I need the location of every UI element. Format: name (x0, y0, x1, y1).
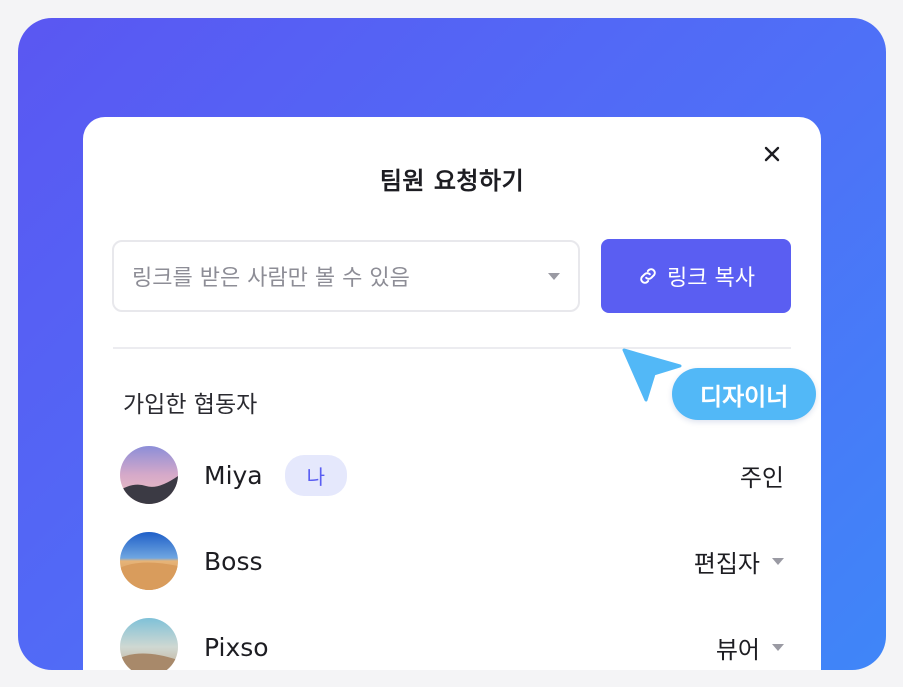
background-panel: 팀원 요청하기 링크를 받은 사람만 볼 수 있음 링크 복사 가입한 협동자 (18, 18, 886, 670)
role-text: 뷰어 (715, 635, 760, 664)
collaborator-row: Miya 나 주인 (120, 445, 784, 505)
close-icon (764, 146, 780, 162)
avatar (120, 618, 178, 670)
chevron-down-icon (772, 557, 784, 565)
collaborator-name: Miya (204, 460, 263, 490)
link-icon (640, 268, 656, 284)
cursor-name-tag: 디자이너 (672, 368, 817, 420)
collaborator-row: Pixso 뷰어 (120, 617, 784, 670)
role-text: 편집자 (693, 549, 760, 578)
chevron-down-icon (772, 643, 784, 651)
avatar (120, 446, 178, 504)
collaborators-heading: 가입한 협동자 (123, 392, 258, 418)
collaborator-name: Boss (204, 546, 263, 576)
role-dropdown[interactable]: 뷰어 (716, 630, 784, 665)
avatar (120, 532, 178, 590)
close-button[interactable] (759, 141, 785, 167)
divider (113, 347, 791, 349)
link-access-dropdown[interactable]: 링크를 받은 사람만 볼 수 있음 (112, 240, 580, 312)
me-badge: 나 (284, 454, 348, 496)
chevron-down-icon (548, 272, 560, 280)
copy-link-button[interactable]: 링크 복사 (601, 239, 791, 313)
collaborator-name: Pixso (204, 632, 269, 662)
link-access-value: 링크를 받은 사람만 볼 수 있음 (132, 266, 410, 291)
role-dropdown[interactable]: 편집자 (694, 544, 784, 579)
role-label: 주인 (740, 458, 784, 493)
dialog-title: 팀원 요청하기 (379, 167, 525, 195)
collaborator-row: Boss 편집자 (120, 531, 784, 591)
role-text: 주인 (739, 463, 784, 492)
copy-link-label: 링크 복사 (667, 266, 755, 291)
